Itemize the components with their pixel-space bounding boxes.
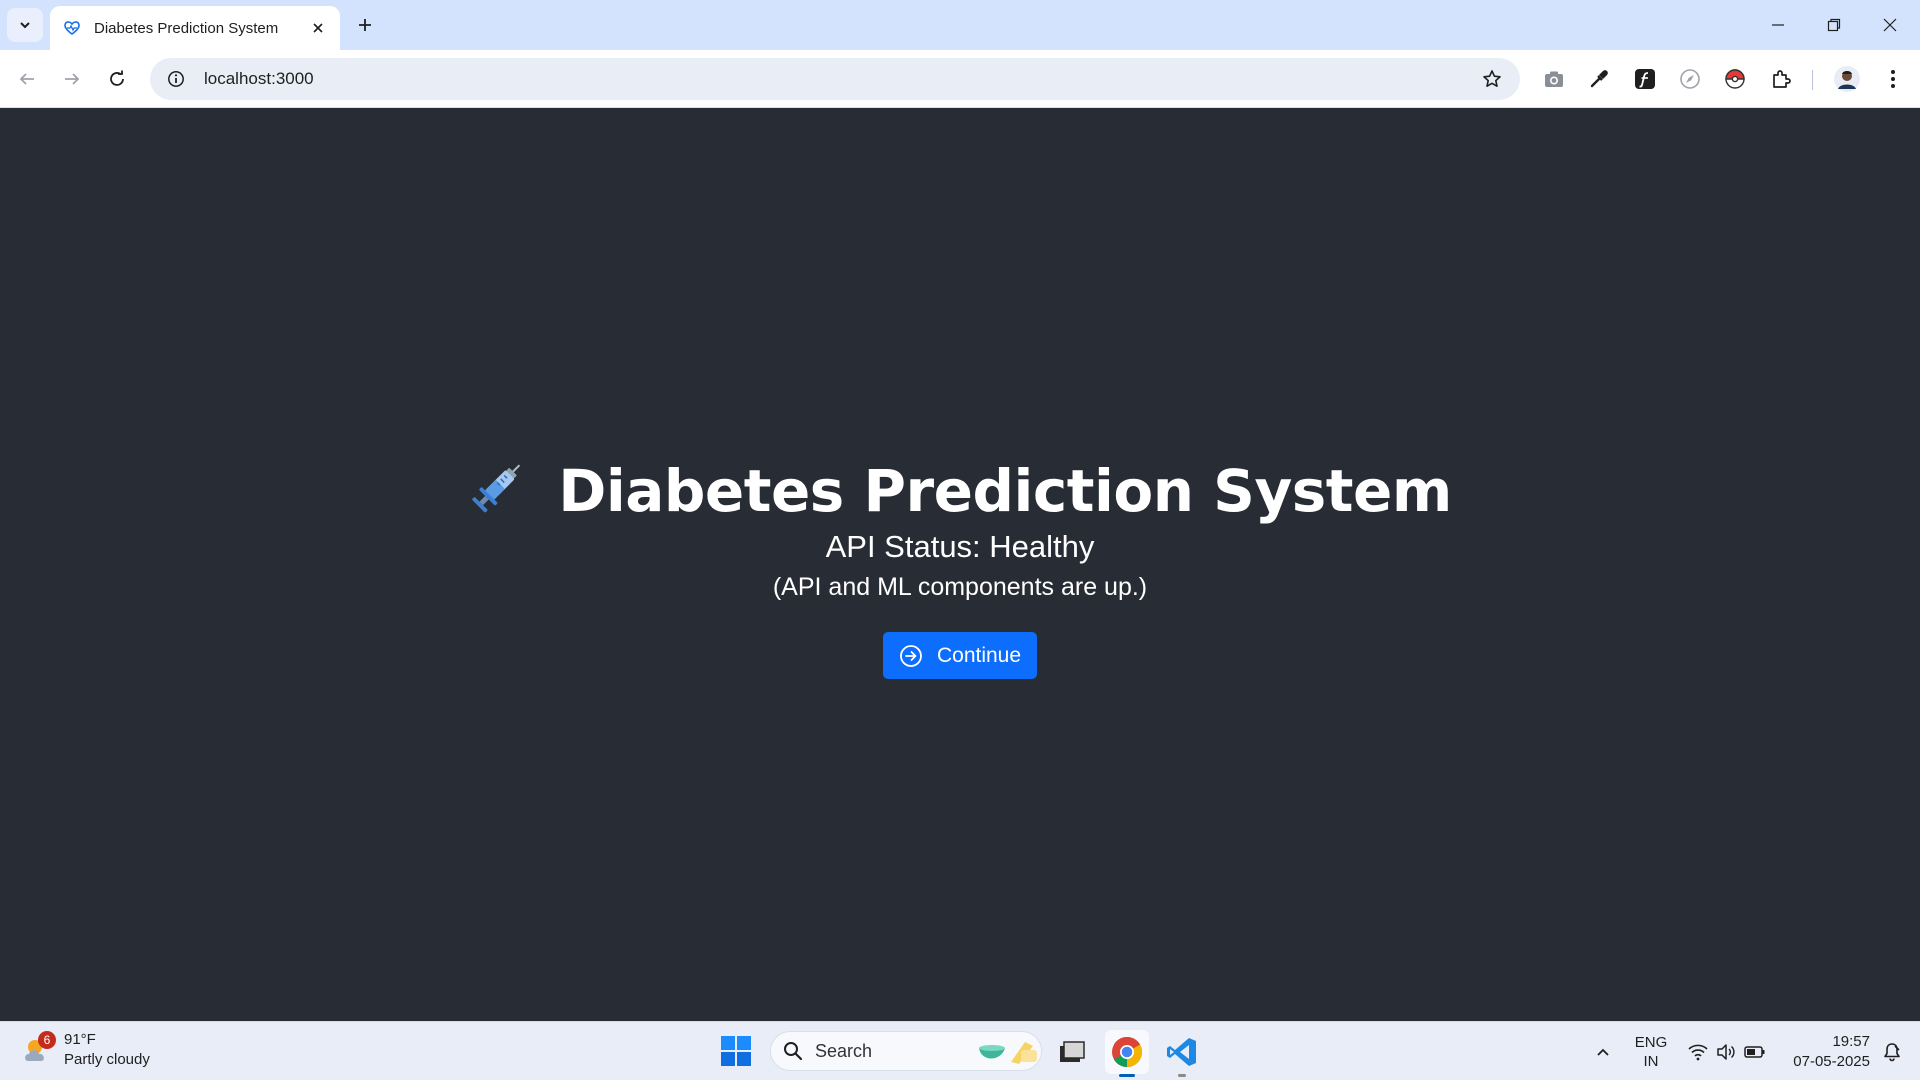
chevron-down-icon bbox=[20, 22, 30, 29]
plus-icon bbox=[359, 19, 371, 31]
compass-extension-button[interactable] bbox=[1672, 61, 1708, 97]
continue-button-label: Continue bbox=[936, 643, 1022, 667]
language-region: IN bbox=[1643, 1052, 1659, 1070]
bell-icon bbox=[1884, 1042, 1900, 1061]
weather-temperature: 91°F bbox=[64, 1031, 96, 1048]
chevron-up-icon bbox=[1597, 1048, 1609, 1056]
chrome-icon bbox=[1112, 1036, 1143, 1067]
compass-icon bbox=[1680, 69, 1700, 89]
title-row: Diabetes Prediction System bbox=[0, 455, 1920, 527]
font-extension-button[interactable] bbox=[1627, 61, 1663, 97]
reload-icon bbox=[110, 70, 124, 86]
notifications-button[interactable] bbox=[1874, 1022, 1910, 1080]
tab-title: Diabetes Prediction System bbox=[94, 19, 279, 37]
extensions-button[interactable] bbox=[1763, 61, 1799, 97]
windows-taskbar: 6 91°F Partly cloudy Search ENG IN 19:57… bbox=[0, 1021, 1920, 1080]
browser-toolbar: localhost:3000 bbox=[0, 50, 1920, 108]
arrow-right-icon bbox=[65, 73, 80, 85]
battery-icon bbox=[1744, 1045, 1765, 1058]
taskbar-app-chrome[interactable] bbox=[1105, 1030, 1149, 1077]
weather-widget[interactable]: 6 91°F Partly cloudy bbox=[22, 1030, 150, 1070]
minimize-button[interactable] bbox=[1750, 0, 1806, 50]
arrow-right-circle-icon bbox=[899, 644, 923, 668]
hero-section: Diabetes Prediction System API Status: H… bbox=[0, 455, 1920, 679]
new-tab-button[interactable] bbox=[350, 10, 380, 40]
browser-tab-strip: Diabetes Prediction System bbox=[0, 0, 1920, 50]
eyedropper-icon bbox=[1590, 70, 1608, 88]
vscode-icon bbox=[1167, 1038, 1196, 1066]
file-explorer-icon bbox=[1060, 1041, 1085, 1062]
puzzle-icon bbox=[1773, 70, 1791, 88]
page-title: Diabetes Prediction System bbox=[558, 457, 1452, 525]
taskbar-app-file-explorer[interactable] bbox=[1050, 1030, 1094, 1074]
restore-icon bbox=[1827, 18, 1841, 32]
api-status-text: API Status: Healthy bbox=[825, 529, 1095, 564]
bookmark-star-icon[interactable] bbox=[1474, 61, 1510, 97]
pokeball-icon bbox=[1725, 69, 1745, 89]
taskbar-search-label: Search bbox=[815, 1040, 873, 1061]
language-indicator[interactable]: ENG IN bbox=[1628, 1022, 1674, 1080]
restore-button[interactable] bbox=[1806, 0, 1862, 50]
reload-button[interactable] bbox=[99, 61, 135, 97]
browser-menu-button[interactable] bbox=[1875, 61, 1911, 97]
start-button[interactable] bbox=[720, 1035, 752, 1067]
system-tray-quick-settings[interactable] bbox=[1684, 1022, 1770, 1080]
weather-badge: 6 bbox=[38, 1031, 56, 1049]
site-info-icon[interactable] bbox=[162, 65, 190, 93]
heart-pulse-icon bbox=[62, 18, 82, 38]
camera-icon bbox=[1545, 71, 1563, 87]
show-hidden-icons-button[interactable] bbox=[1586, 1022, 1620, 1080]
address-bar[interactable]: localhost:3000 bbox=[150, 58, 1520, 100]
arrow-left-icon bbox=[19, 73, 34, 85]
clock-date: 07-05-2025 bbox=[1793, 1052, 1870, 1070]
url-text[interactable]: localhost:3000 bbox=[204, 69, 1474, 89]
close-icon bbox=[1883, 18, 1897, 32]
profile-button[interactable] bbox=[1829, 61, 1865, 97]
search-highlight-icon bbox=[979, 1042, 1037, 1064]
running-app-indicator bbox=[1178, 1074, 1186, 1077]
taskbar-clock[interactable]: 19:57 07-05-2025 bbox=[1778, 1022, 1870, 1080]
browser-tab-active[interactable]: Diabetes Prediction System bbox=[50, 6, 340, 50]
screenshot-extension-button[interactable] bbox=[1536, 61, 1572, 97]
taskbar-app-vscode[interactable] bbox=[1160, 1030, 1204, 1077]
api-status-note: (API and ML components are up.) bbox=[772, 573, 1148, 601]
back-button[interactable] bbox=[9, 61, 45, 97]
more-vert-icon bbox=[1891, 70, 1895, 88]
weather-condition: Partly cloudy bbox=[64, 1051, 150, 1068]
forward-button[interactable] bbox=[54, 61, 90, 97]
continue-button[interactable]: Continue bbox=[882, 632, 1038, 679]
close-tab-icon[interactable] bbox=[306, 16, 330, 40]
partly-cloudy-icon: 6 bbox=[22, 1031, 56, 1067]
page-content: Diabetes Prediction System API Status: H… bbox=[0, 109, 1920, 1021]
wifi-icon bbox=[1688, 1044, 1708, 1060]
pokeball-extension-button[interactable] bbox=[1717, 61, 1753, 97]
toolbar-divider bbox=[1812, 70, 1813, 90]
minimize-icon bbox=[1772, 24, 1784, 26]
clock-time: 19:57 bbox=[1832, 1032, 1870, 1050]
font-f-icon bbox=[1635, 69, 1655, 89]
close-window-button[interactable] bbox=[1862, 0, 1918, 50]
search-icon bbox=[784, 1042, 803, 1061]
tab-search-button[interactable] bbox=[7, 8, 43, 42]
syringe-icon bbox=[472, 464, 521, 513]
taskbar-search[interactable]: Search bbox=[770, 1031, 1042, 1071]
eyedropper-extension-button[interactable] bbox=[1581, 61, 1617, 97]
active-app-indicator bbox=[1119, 1074, 1135, 1077]
windows-logo-icon bbox=[721, 1036, 751, 1066]
avatar bbox=[1834, 66, 1860, 92]
language-code: ENG bbox=[1634, 1033, 1668, 1051]
volume-icon bbox=[1717, 1043, 1735, 1060]
